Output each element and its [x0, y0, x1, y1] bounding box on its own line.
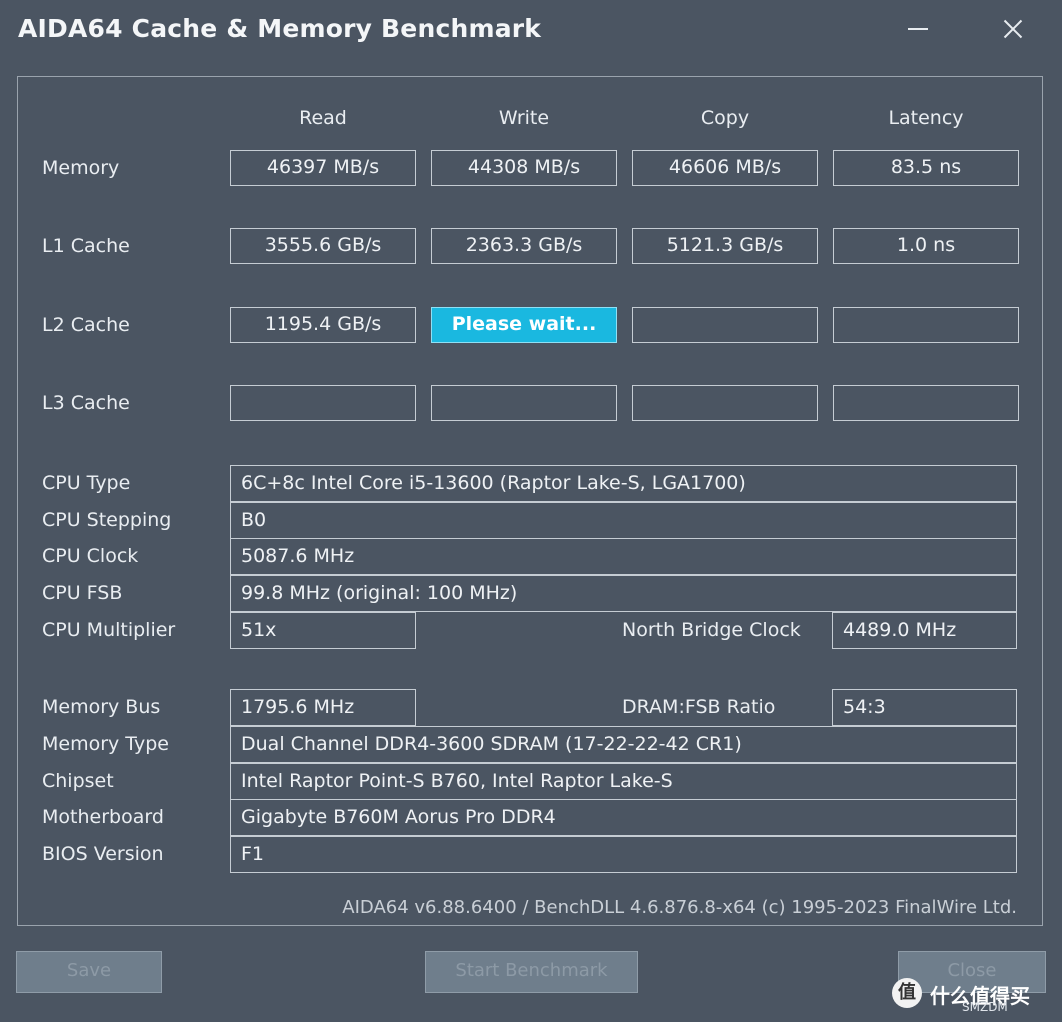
row-label-l1-cache: L1 Cache [42, 235, 130, 257]
column-header-copy: Copy [700, 107, 750, 129]
cpu-fsb-label: CPU FSB [42, 582, 123, 604]
l2-read-value: 1195.4 GB/s [230, 307, 416, 343]
memory-bus-value: 1795.6 MHz [230, 689, 416, 726]
dram-fsb-ratio-value: 54:3 [832, 689, 1017, 726]
cpu-type-label: CPU Type [42, 472, 131, 494]
memory-type-label: Memory Type [42, 733, 169, 755]
cpu-multiplier-value: 51x [230, 612, 416, 649]
row-label-memory: Memory [42, 157, 120, 179]
bios-version-label: BIOS Version [42, 843, 164, 865]
cpu-multiplier-label: CPU Multiplier [42, 619, 176, 641]
l3-latency-value [833, 385, 1019, 421]
cpu-type-value: 6C+8c Intel Core i5-13600 (Raptor Lake-S… [230, 465, 1017, 502]
version-copyright-text: AIDA64 v6.88.6400 / BenchDLL 4.6.876.8-x… [342, 897, 1017, 918]
north-bridge-clock-value: 4489.0 MHz [832, 612, 1017, 649]
bios-version-value: F1 [230, 836, 1017, 873]
dram-fsb-ratio-label: DRAM:FSB Ratio [622, 696, 776, 718]
cpu-stepping-value: B0 [230, 502, 1017, 539]
memory-latency-value: 83.5 ns [833, 150, 1019, 186]
l3-write-value [431, 385, 617, 421]
memory-bus-label: Memory Bus [42, 696, 161, 718]
l3-copy-value [632, 385, 818, 421]
l2-write-progress: Please wait... [431, 307, 617, 343]
row-label-l2-cache: L2 Cache [42, 314, 130, 336]
column-header-write: Write [498, 107, 550, 129]
l3-read-value [230, 385, 416, 421]
column-header-latency: Latency [888, 107, 964, 129]
memory-copy-value: 46606 MB/s [632, 150, 818, 186]
l1-read-value: 3555.6 GB/s [230, 228, 416, 264]
l1-copy-value: 5121.3 GB/s [632, 228, 818, 264]
start-benchmark-button[interactable]: Start Benchmark [425, 951, 638, 993]
cpu-clock-label: CPU Clock [42, 545, 139, 567]
motherboard-value: Gigabyte B760M Aorus Pro DDR4 [230, 799, 1017, 836]
chipset-label: Chipset [42, 770, 114, 792]
north-bridge-clock-label: North Bridge Clock [622, 619, 801, 641]
row-label-l3-cache: L3 Cache [42, 392, 130, 414]
memory-type-value: Dual Channel DDR4-3600 SDRAM (17-22-22-4… [230, 726, 1017, 763]
window-title: AIDA64 Cache & Memory Benchmark [18, 14, 542, 43]
memory-write-value: 44308 MB/s [431, 150, 617, 186]
memory-read-value: 46397 MB/s [230, 150, 416, 186]
l1-latency-value: 1.0 ns [833, 228, 1019, 264]
cpu-stepping-label: CPU Stepping [42, 509, 172, 531]
l2-latency-value [833, 307, 1019, 343]
watermark-site: SMZDM [962, 1000, 1008, 1014]
cpu-clock-value: 5087.6 MHz [230, 538, 1017, 575]
watermark-logo-icon: 值 [892, 978, 922, 1008]
column-header-read: Read [299, 107, 347, 129]
cpu-fsb-value: 99.8 MHz (original: 100 MHz) [230, 575, 1017, 612]
l1-write-value: 2363.3 GB/s [431, 228, 617, 264]
title-bar: AIDA64 Cache & Memory Benchmark [0, 0, 1062, 62]
watermark: 值 什么值得买 SMZDM [892, 978, 1057, 1016]
close-window-button[interactable] [998, 14, 1028, 44]
chipset-value: Intel Raptor Point-S B760, Intel Raptor … [230, 763, 1017, 800]
save-button[interactable]: Save [16, 951, 162, 993]
motherboard-label: Motherboard [42, 806, 164, 828]
minimize-button[interactable] [903, 14, 933, 44]
minimize-icon [908, 28, 928, 30]
l2-copy-value [632, 307, 818, 343]
